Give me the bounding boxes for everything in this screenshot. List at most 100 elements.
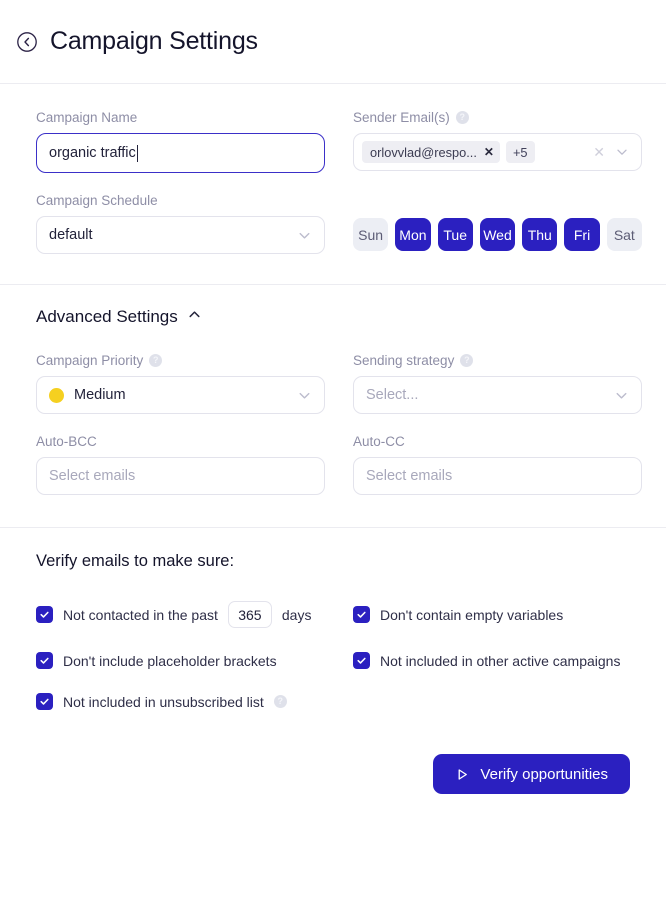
sending-strategy-placeholder: Select... [366,387,419,403]
verify-row-1: Not contacted in the past 365 days Don't… [36,601,630,628]
sending-strategy-label-text: Sending strategy [353,353,455,368]
weekday-selector: Sun Mon Tue Wed Thu Fri Sat [353,193,642,254]
clear-icon[interactable]: ✕ [593,145,605,159]
sender-more-badge[interactable]: +5 [505,141,535,163]
checkbox-not-contacted[interactable] [36,606,53,623]
chevron-down-icon[interactable] [615,145,629,159]
sender-chip-label: orlovvlad@respo... [370,144,477,160]
day-button-sun[interactable]: Sun [353,218,389,251]
campaign-schedule-value: default [49,227,93,243]
play-icon [455,767,470,782]
checkbox-unsubscribed[interactable] [36,693,53,710]
campaign-name-field: Campaign Name organic traffic [36,110,325,173]
checkbox-other-campaigns[interactable] [353,652,370,669]
footer-actions: Verify opportunities [36,754,630,794]
campaign-priority-field: Campaign Priority ? Medium [36,353,325,414]
help-icon[interactable]: ? [455,111,469,124]
unsubscribed-label: Not included in unsubscribed list [63,693,264,710]
campaign-name-value: organic traffic [49,145,136,161]
auto-bcc-input[interactable]: Select emails [36,457,325,495]
auto-cc-input[interactable]: Select emails [353,457,642,495]
help-icon[interactable]: ? [273,695,287,708]
campaign-priority-label: Campaign Priority ? [36,353,325,368]
campaign-schedule-label-text: Campaign Schedule [36,193,158,208]
not-contacted-prefix: Not contacted in the past [63,606,218,623]
sender-emails-label: Sender Email(s) ? [353,110,642,125]
checkbox-placeholder-brackets[interactable] [36,652,53,669]
sender-emails-label-text: Sender Email(s) [353,110,450,125]
advanced-settings-section: Advanced Settings Campaign Priority ? Me… [0,285,666,527]
chevron-down-icon[interactable] [297,388,312,403]
verify-opportunities-label: Verify opportunities [480,765,608,783]
check-other-campaigns[interactable]: Not included in other active campaigns [353,652,642,669]
advanced-settings-toggle[interactable]: Advanced Settings [36,307,202,327]
priority-strategy-row: Campaign Priority ? Medium Sending strat… [36,353,642,414]
priority-color-dot [49,387,64,403]
day-button-wed[interactable]: Wed [479,218,516,251]
help-icon[interactable]: ? [149,354,163,367]
verify-row-2: Don't include placeholder brackets Not i… [36,652,630,669]
check-empty-variables[interactable]: Don't contain empty variables [353,606,642,623]
checkbox-empty-variables[interactable] [353,606,370,623]
chevron-up-icon[interactable] [187,307,202,327]
campaign-schedule-select[interactable]: default [36,216,325,254]
chevron-down-icon[interactable] [297,228,312,243]
verify-section: Verify emails to make sure: Not contacte… [0,528,666,794]
schedule-days-row: Campaign Schedule default Sun Mon Tue We [36,193,642,254]
campaign-schedule-field: Campaign Schedule default [36,193,325,254]
campaign-schedule-label: Campaign Schedule [36,193,325,208]
auto-cc-label: Auto-CC [353,434,642,449]
sender-chips: orlovvlad@respo... ✕ +5 [362,141,535,163]
campaign-name-label: Campaign Name [36,110,325,125]
campaign-priority-label-text: Campaign Priority [36,353,144,368]
text-cursor [136,144,138,162]
campaign-settings-page: Campaign Settings Campaign Name organic … [0,0,666,899]
help-icon[interactable]: ? [460,354,474,367]
not-contacted-suffix: days [281,606,312,623]
bcc-cc-row: Auto-BCC Select emails Auto-CC Select em… [36,434,642,495]
check-unsubscribed[interactable]: Not included in unsubscribed list ? [36,693,287,710]
strategy-value-wrap: Select... [366,387,418,403]
verify-opportunities-button[interactable]: Verify opportunities [433,754,630,794]
day-button-sat[interactable]: Sat [606,218,642,251]
sender-emails-multiselect[interactable]: orlovvlad@respo... ✕ +5 ✕ [353,133,642,171]
sending-strategy-field: Sending strategy ? Select... [353,353,642,414]
day-button-mon[interactable]: Mon [395,218,431,251]
placeholder-brackets-label: Don't include placeholder brackets [63,652,277,669]
close-icon[interactable]: ✕ [484,146,494,158]
campaign-priority-value: Medium [74,387,126,403]
empty-variables-label: Don't contain empty variables [380,606,564,623]
page-title: Campaign Settings [50,27,258,55]
auto-cc-placeholder: Select emails [366,468,453,484]
campaign-name-label-text: Campaign Name [36,110,138,125]
not-contacted-days-input[interactable]: 365 [227,601,272,628]
auto-bcc-placeholder: Select emails [49,468,136,484]
auto-cc-label-text: Auto-CC [353,434,405,449]
chevron-down-icon[interactable] [614,388,629,403]
auto-bcc-label: Auto-BCC [36,434,325,449]
circle-chevron-left-icon[interactable] [14,29,40,55]
auto-cc-field: Auto-CC Select emails [353,434,642,495]
advanced-settings-title: Advanced Settings [36,307,178,326]
verify-section-title: Verify emails to make sure: [36,552,235,570]
sender-chip[interactable]: orlovvlad@respo... ✕ [362,141,500,163]
sending-strategy-label: Sending strategy ? [353,353,642,368]
multiselect-actions: ✕ [593,145,633,159]
verify-row-3: Not included in unsubscribed list ? [36,693,630,710]
page-header: Campaign Settings [0,0,666,84]
check-not-contacted[interactable]: Not contacted in the past 365 days [36,601,325,628]
day-button-fri[interactable]: Fri [564,218,600,251]
weekday-buttons: Sun Mon Tue Wed Thu Fri Sat [353,218,642,251]
campaign-name-input[interactable]: organic traffic [36,133,325,173]
campaign-priority-select[interactable]: Medium [36,376,325,414]
day-button-thu[interactable]: Thu [522,218,558,251]
auto-bcc-field: Auto-BCC Select emails [36,434,325,495]
auto-bcc-label-text: Auto-BCC [36,434,97,449]
priority-value-wrap: Medium [49,387,126,403]
check-placeholder-brackets[interactable]: Don't include placeholder brackets [36,652,325,669]
sender-emails-field: Sender Email(s) ? orlovvlad@respo... ✕ +… [353,110,642,173]
other-campaigns-label: Not included in other active campaigns [380,652,621,669]
day-button-tue[interactable]: Tue [437,218,473,251]
schedule-value-wrap: default [49,227,93,243]
sending-strategy-select[interactable]: Select... [353,376,642,414]
